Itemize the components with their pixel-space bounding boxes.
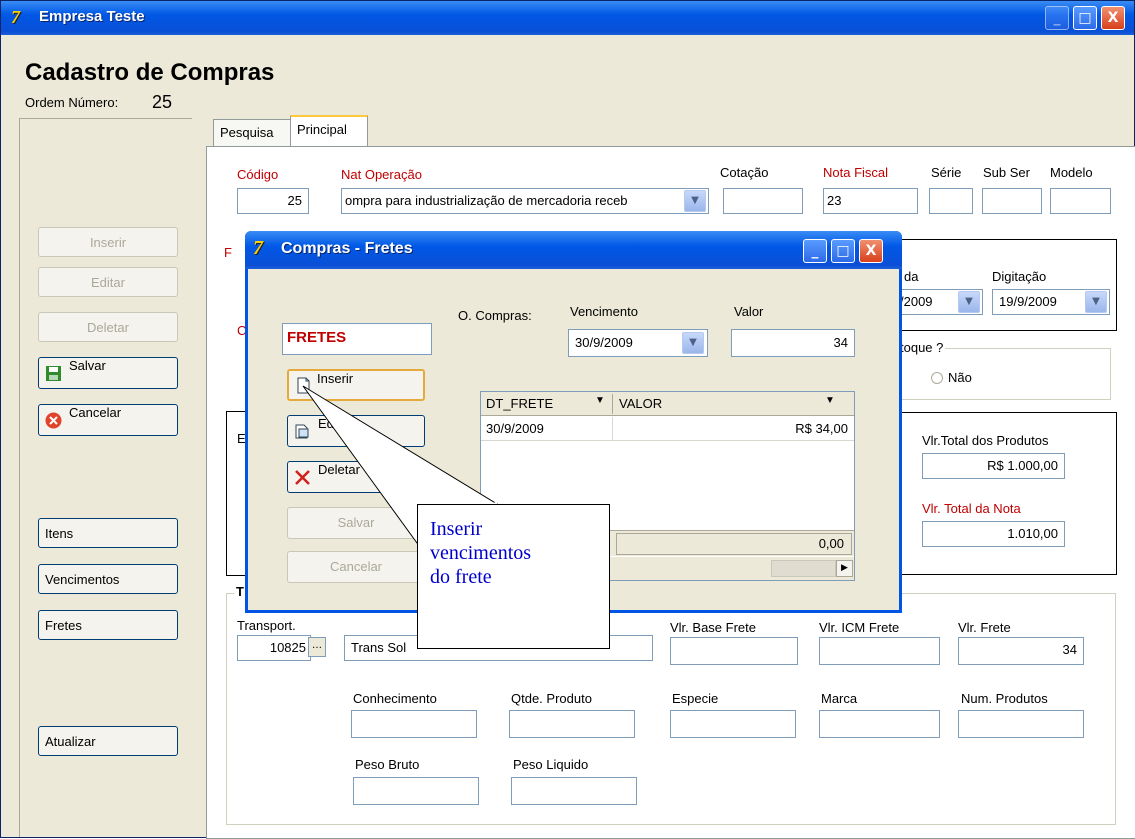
callout-line-2: vencimentos: [430, 542, 532, 564]
callout-annotation: Inserir vencimentos do frete: [417, 504, 610, 649]
callout-line-3: do frete: [430, 566, 492, 588]
callout-pointer: [302, 385, 499, 544]
main-window: 7 Empresa Teste _ □ X Cadastro de Compra…: [0, 0, 1135, 839]
callout-line-1: Inserir: [430, 518, 483, 540]
